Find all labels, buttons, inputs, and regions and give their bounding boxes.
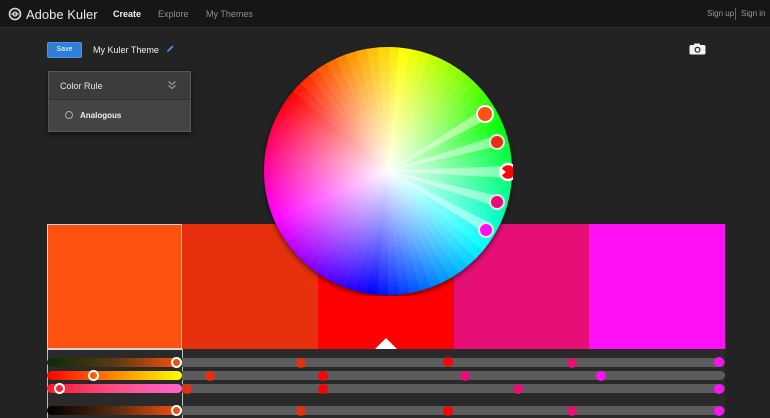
top-bar: Adobe Kuler Create Explore My Themes Sig… — [0, 0, 770, 28]
slider-dot-2-4[interactable] — [460, 371, 470, 381]
nav-my-themes[interactable]: My Themes — [206, 9, 253, 19]
sign-in-link[interactable]: Sign in — [741, 9, 765, 18]
theme-name[interactable]: My Kuler Theme — [93, 45, 159, 55]
kuler-logo-icon[interactable] — [8, 7, 22, 21]
pencil-icon[interactable] — [165, 44, 175, 54]
slider-dot-2-5[interactable] — [596, 371, 606, 381]
slider-knob-4[interactable] — [171, 405, 182, 416]
slider-dot-1-2[interactable] — [296, 358, 306, 368]
camera-icon[interactable] — [689, 43, 706, 55]
slider-track-3[interactable] — [47, 384, 182, 393]
color-rule-title: Color Rule — [60, 81, 103, 91]
slider-dot-3-2[interactable] — [182, 384, 192, 394]
base-color-marker — [375, 338, 397, 349]
slider-dot-1-3[interactable] — [443, 357, 453, 367]
wheel-handle-5[interactable] — [478, 222, 494, 238]
slider-knob-3[interactable] — [54, 383, 65, 394]
slider-track-1[interactable] — [47, 358, 182, 367]
slider-dot-1-4[interactable] — [567, 358, 577, 368]
wheel-handle-1[interactable] — [476, 105, 494, 123]
nav-create[interactable]: Create — [113, 9, 141, 19]
save-button[interactable]: Save — [47, 42, 82, 58]
slider-dot-3-4[interactable] — [513, 384, 523, 394]
double-chevron-down-icon[interactable] — [167, 80, 177, 90]
rule-option-analogous[interactable]: Analogous — [80, 111, 121, 120]
auth-divider — [735, 8, 736, 20]
slider-dot-4-2[interactable] — [296, 406, 306, 416]
nav-explore[interactable]: Explore — [158, 9, 189, 19]
slider-dot-2-2[interactable] — [205, 371, 215, 381]
slider-rest-1 — [182, 358, 725, 367]
slider-dot-3-3[interactable] — [318, 384, 328, 394]
slider-dot-2-3[interactable] — [318, 371, 328, 381]
slider-dot-4-5[interactable] — [714, 406, 724, 416]
slider-track-2[interactable] — [47, 371, 182, 380]
color-wheel[interactable] — [263, 46, 513, 296]
slider-rest-3 — [182, 384, 725, 393]
swatch-5[interactable] — [589, 224, 725, 349]
slider-dot-1-5[interactable] — [714, 357, 724, 367]
wheel-handle-2[interactable] — [489, 134, 505, 150]
slider-dot-4-3[interactable] — [443, 406, 453, 416]
slider-rest-2 — [182, 371, 725, 380]
slider-dot-4-4[interactable] — [567, 406, 577, 416]
slider-knob-1[interactable] — [171, 357, 182, 368]
swatch-1[interactable] — [47, 224, 182, 349]
rule-radio[interactable] — [65, 111, 73, 119]
sign-up-link[interactable]: Sign up — [707, 9, 734, 18]
slider-dot-3-5[interactable] — [714, 384, 724, 394]
wheel-handle-4[interactable] — [489, 194, 505, 210]
slider-rest-4 — [182, 406, 725, 415]
color-rule-header[interactable]: Color Rule — [49, 72, 190, 100]
slider-track-4[interactable] — [47, 406, 182, 415]
slider-knob-2[interactable] — [88, 370, 99, 381]
color-rule-panel: Color Rule Analogous — [48, 71, 191, 132]
selected-column-top — [47, 349, 182, 350]
app-title[interactable]: Adobe Kuler — [26, 7, 98, 22]
